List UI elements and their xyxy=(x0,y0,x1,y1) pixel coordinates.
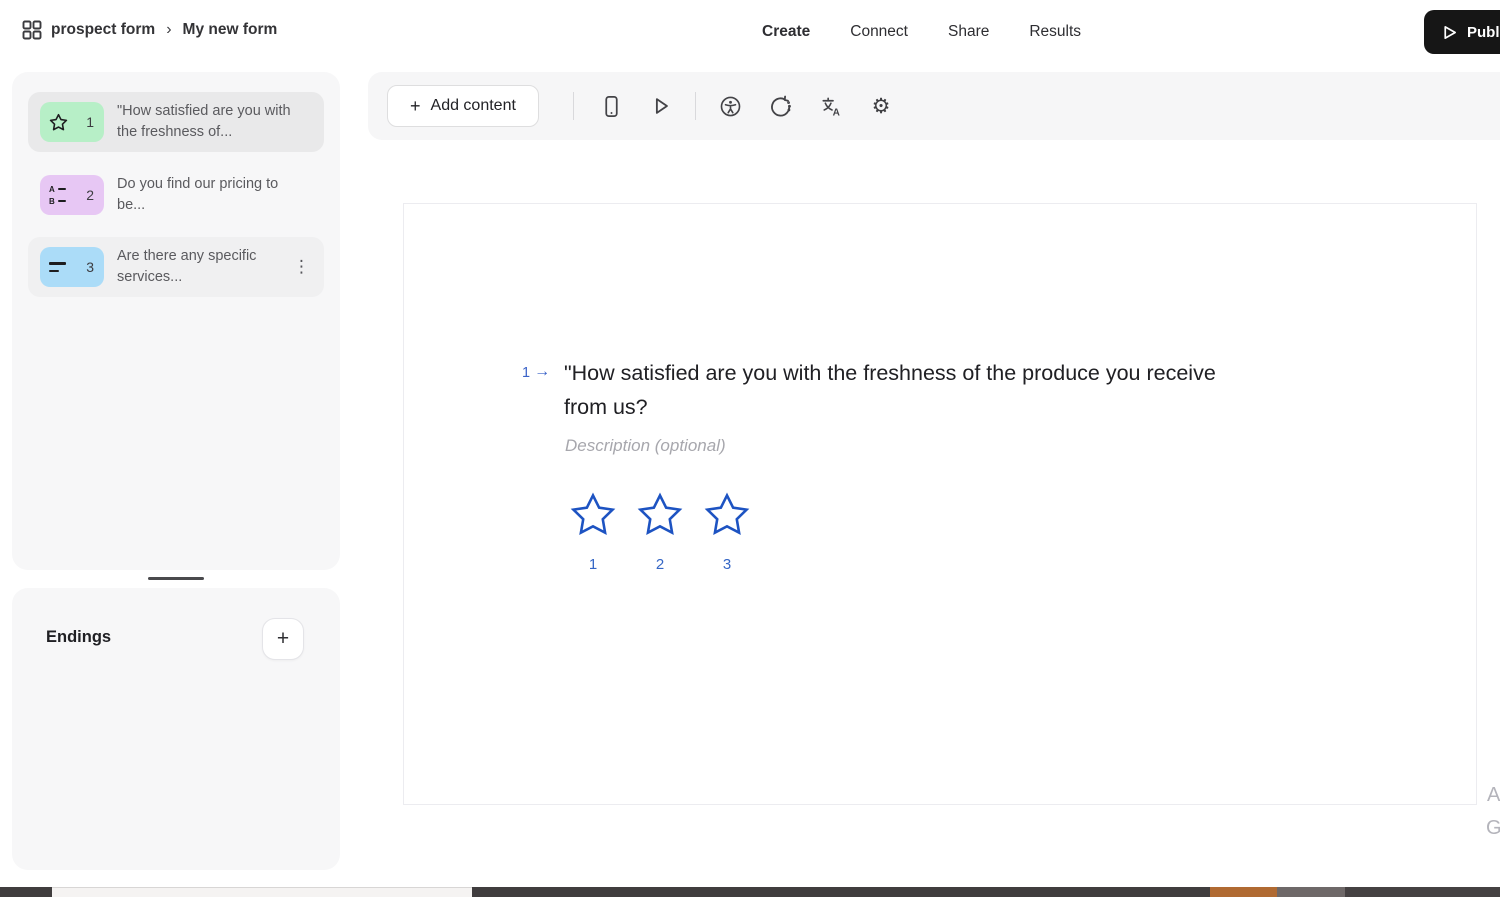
multiple-choice-icon: A B xyxy=(49,185,66,206)
workspace-grid-icon[interactable] xyxy=(22,20,42,40)
tab-create[interactable]: Create xyxy=(762,23,810,41)
canvas-toolbar: + Add content A ⚙ xyxy=(368,72,1500,140)
question-3-title: Are there any specific services... xyxy=(117,248,257,285)
endings-label: Endings xyxy=(46,628,112,646)
star-rating-icon xyxy=(49,113,68,132)
plus-icon: + xyxy=(276,627,290,650)
taskbar-segment-orange xyxy=(1210,887,1277,897)
questions-panel: 1 "How satisfied are you with the freshn… xyxy=(12,72,340,570)
question-1-title: "How satisfied are you with the freshnes… xyxy=(117,103,291,140)
question-3-number: 3 xyxy=(86,259,94,275)
accessibility-icon[interactable] xyxy=(718,94,742,118)
rating-label: 3 xyxy=(722,556,732,573)
question-3-menu-icon[interactable]: ⋮ xyxy=(293,257,310,277)
question-1-badge: 1 xyxy=(40,102,104,142)
toolbar-divider xyxy=(695,92,696,120)
taskbar-preview-strip xyxy=(52,887,472,897)
question-canvas[interactable]: 1 → "How satisfied are you with the fres… xyxy=(403,203,1477,805)
question-description-placeholder[interactable]: Description (optional) xyxy=(565,436,726,456)
clipped-right-text-2: G xyxy=(1486,817,1500,839)
svg-text:A: A xyxy=(832,107,839,117)
settings-gear-icon[interactable]: ⚙ xyxy=(869,94,893,118)
panel-resize-handle[interactable] xyxy=(148,577,204,580)
version-history-icon[interactable] xyxy=(768,94,792,118)
top-bar: prospect form › My new form Create Conne… xyxy=(0,0,1500,64)
bottom-taskbar-strip xyxy=(0,887,1500,897)
question-2-badge: A B 2 xyxy=(40,175,104,215)
question-2-title: Do you find our pricing to be... xyxy=(117,176,279,213)
breadcrumb-workspace[interactable]: prospect form xyxy=(51,21,155,39)
mobile-preview-icon[interactable] xyxy=(599,94,623,118)
question-item-3[interactable]: 3 Are there any specific services... ⋮ xyxy=(28,237,324,297)
toolbar-divider xyxy=(573,92,574,120)
translate-icon[interactable]: A xyxy=(819,94,843,118)
rating-option-2[interactable]: 2 xyxy=(636,492,684,573)
tab-connect[interactable]: Connect xyxy=(850,23,908,41)
question-item-1[interactable]: 1 "How satisfied are you with the freshn… xyxy=(28,92,324,152)
add-content-label: Add content xyxy=(430,97,516,114)
question-3-badge: 3 xyxy=(40,247,104,287)
rating-label: 1 xyxy=(588,556,598,573)
question-1-number: 1 xyxy=(86,114,94,130)
taskbar-segment xyxy=(1345,887,1500,897)
taskbar-segment xyxy=(472,887,1210,897)
endings-panel: Endings + xyxy=(12,588,340,870)
rating-label: 2 xyxy=(655,556,665,573)
add-ending-button[interactable]: + xyxy=(262,618,304,660)
short-text-icon xyxy=(49,262,66,272)
rating-option-3[interactable]: 3 xyxy=(703,492,751,573)
taskbar-segment xyxy=(0,887,52,897)
preview-play-icon[interactable] xyxy=(649,94,673,118)
add-content-button[interactable]: + Add content xyxy=(387,85,539,127)
publish-icon xyxy=(1441,24,1458,41)
question-2-number: 2 xyxy=(86,187,94,203)
taskbar-segment-gray xyxy=(1277,887,1345,897)
form-builder-app: prospect form › My new form Create Conne… xyxy=(0,0,1500,897)
question-title-input[interactable]: "How satisfied are you with the freshnes… xyxy=(564,356,1256,424)
tab-share[interactable]: Share xyxy=(948,23,989,41)
top-nav: Create Connect Share Results xyxy=(762,23,1081,41)
question-index: 1 → xyxy=(522,363,551,381)
question-number: 1 xyxy=(522,364,531,381)
clipped-right-text-1: A xyxy=(1487,784,1500,806)
tab-results[interactable]: Results xyxy=(1029,23,1081,41)
plus-icon: + xyxy=(410,95,421,116)
publish-label: Publish xyxy=(1467,23,1500,41)
rating-option-1[interactable]: 1 xyxy=(569,492,617,573)
question-item-2[interactable]: A B 2 Do you find our pricing to be... xyxy=(28,165,324,225)
publish-button[interactable]: Publish xyxy=(1424,10,1500,54)
star-rating-scale: 1 2 3 xyxy=(569,492,751,573)
breadcrumb-form-name[interactable]: My new form xyxy=(183,21,278,39)
breadcrumb: prospect form › My new form xyxy=(22,20,277,40)
question-arrow-icon: → xyxy=(534,363,551,380)
breadcrumb-separator: › xyxy=(166,21,172,38)
